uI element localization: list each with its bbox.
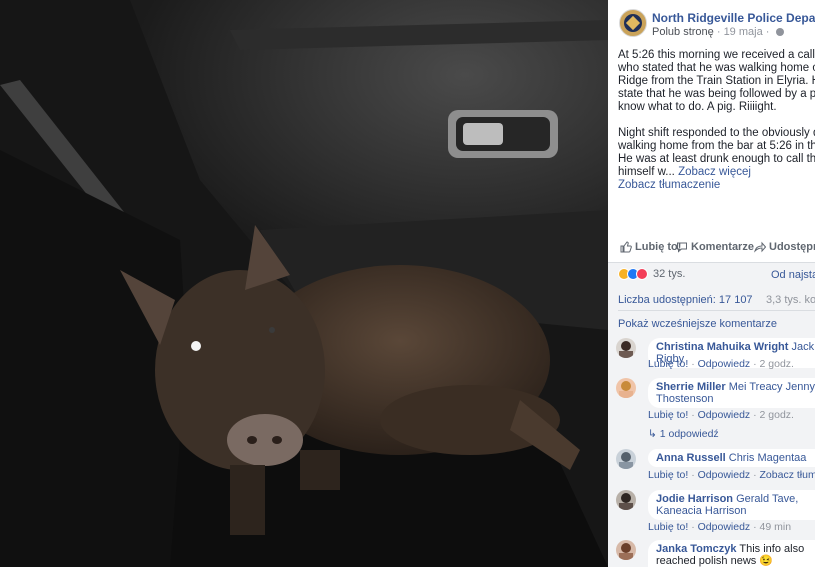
comment-bubble-icon (677, 242, 687, 253)
post-photo[interactable] (0, 0, 608, 567)
post-text-line: walking home from the bar at 5:26 in the… (618, 140, 815, 152)
comment-author[interactable]: Sherrie Miller (656, 381, 726, 393)
meta-separator-2: · (765, 26, 770, 38)
comment-reply-link[interactable]: Odpowiedz (698, 409, 751, 421)
follow-page-link[interactable]: Polub stronę (652, 26, 714, 38)
avatar-image (619, 543, 633, 560)
comment-actions: Lubię to! · Odpowiedz · Zobacz tłumaczen… (648, 469, 815, 481)
comment-time[interactable]: 2 godz. (760, 358, 794, 370)
post-text-line: himself w... (618, 166, 675, 178)
post-side-panel: North Ridgeville Police Department Polub… (608, 0, 815, 567)
like-label: Lubię to! (635, 241, 682, 253)
comment-time[interactable]: 2 godz. (760, 409, 794, 421)
post-text-line: who stated that he was walking home on C… (618, 62, 815, 74)
comment-bubble: Janka Tomczyk This info also reached pol… (648, 540, 815, 567)
comment-actions: Lubię to! · Odpowiedz · 2 godz. (648, 409, 794, 421)
comment-sort-dropdown[interactable]: Od najstarsz (771, 269, 815, 281)
post-date[interactable]: 19 maja (724, 26, 763, 38)
share-arrow-icon (754, 241, 766, 253)
shares-count-link[interactable]: Liczba udostępnień: 17 107 (618, 294, 753, 306)
comment-label: Komentarze (691, 241, 754, 253)
comment-like-link[interactable]: Lubię to! (648, 469, 688, 481)
show-earlier-comments-link[interactable]: Pokaż wcześniejsze komentarze (618, 318, 777, 330)
comment-author[interactable]: Jodie Harrison (656, 493, 733, 505)
post-actions: Lubię to! Komentarze Udostępnij (618, 238, 815, 260)
divider (618, 310, 815, 311)
see-translation-link[interactable]: Zobacz tłumaczenie (618, 179, 815, 192)
avatar-image (619, 341, 633, 358)
share-button[interactable]: Udostępnij (754, 241, 815, 253)
comment-bubble: Jodie Harrison Gerald Tave, Kaneacia Har… (648, 490, 815, 520)
comment-time[interactable]: 49 min (760, 521, 792, 533)
page-avatar[interactable] (619, 9, 647, 37)
globe-icon (775, 28, 784, 37)
comment-reply-link[interactable]: Odpowiedz (698, 469, 751, 481)
avatar-image (619, 452, 633, 469)
avatar[interactable] (616, 540, 636, 560)
avatar[interactable] (616, 490, 636, 510)
thumbs-up-icon (620, 241, 632, 253)
comment-author[interactable]: Anna Russell (656, 452, 726, 464)
replies-count: 1 odpowiedź (659, 428, 719, 440)
view-replies-link[interactable]: ↳ 1 odpowiedź (648, 428, 719, 440)
post-text-line: He was at least drunk enough to call the… (618, 153, 815, 165)
avatar-image (619, 381, 633, 398)
post-meta: Polub stronę · 19 maja · (652, 26, 784, 38)
pig-in-police-car-photo (0, 0, 608, 567)
avatar-image (619, 493, 633, 510)
comment-button[interactable]: Komentarze (676, 241, 754, 253)
reply-arrow-icon: ↳ (648, 428, 660, 440)
post-text-line: state that he was being followed by a pi… (618, 88, 815, 100)
post-text-line: At 5:26 this morning we received a call … (618, 49, 815, 61)
avatar[interactable] (616, 378, 636, 398)
comment-like-link[interactable]: Lubię to! (648, 521, 688, 533)
page-name-link[interactable]: North Ridgeville Police Department (652, 11, 815, 25)
post-text-line: know what to do. A pig. Riiiight. (618, 101, 777, 113)
comment-tag[interactable]: Chris Magentaa (729, 452, 807, 464)
reactions-summary[interactable]: 32 tys. (618, 268, 685, 280)
comment-actions: Lubię to! · Odpowiedz · 2 godz. (648, 358, 794, 370)
comment-author[interactable]: Christina Mahuika Wright (656, 341, 788, 353)
post-text-line: Night shift responded to the obviously d… (618, 127, 815, 139)
comment-reply-link[interactable]: Odpowiedz (698, 358, 751, 370)
comment-author[interactable]: Janka Tomczyk (656, 543, 737, 555)
meta-separator: · (716, 26, 721, 38)
comment-bubble: Anna Russell Chris Magentaa (648, 449, 815, 467)
like-button[interactable]: Lubię to! (620, 241, 681, 253)
comment-bubble: Sherrie Miller Mei Treacy Jenny Thostens… (648, 378, 815, 408)
comment-like-link[interactable]: Lubię to! (648, 409, 688, 421)
share-label: Udostępnij (769, 241, 815, 253)
post-text-line: Ridge from the Train Station in Elyria. … (618, 75, 815, 87)
avatar[interactable] (616, 449, 636, 469)
post-text: At 5:26 this morning we received a call … (618, 49, 815, 192)
reactions-count: 32 tys. (653, 268, 686, 280)
comment-actions: Lubię to! · Odpowiedz · 49 min (648, 521, 792, 533)
love-reaction-icon (636, 268, 648, 280)
avatar[interactable] (616, 338, 636, 358)
see-more-link[interactable]: Zobacz więcej (678, 166, 751, 178)
comment-reply-link[interactable]: Odpowiedz (698, 521, 751, 533)
comment-like-link[interactable]: Lubię to! (648, 358, 688, 370)
comments-count[interactable]: 3,3 tys. koment (766, 294, 815, 306)
comment-translate-link[interactable]: Zobacz tłumaczenie (760, 469, 815, 481)
